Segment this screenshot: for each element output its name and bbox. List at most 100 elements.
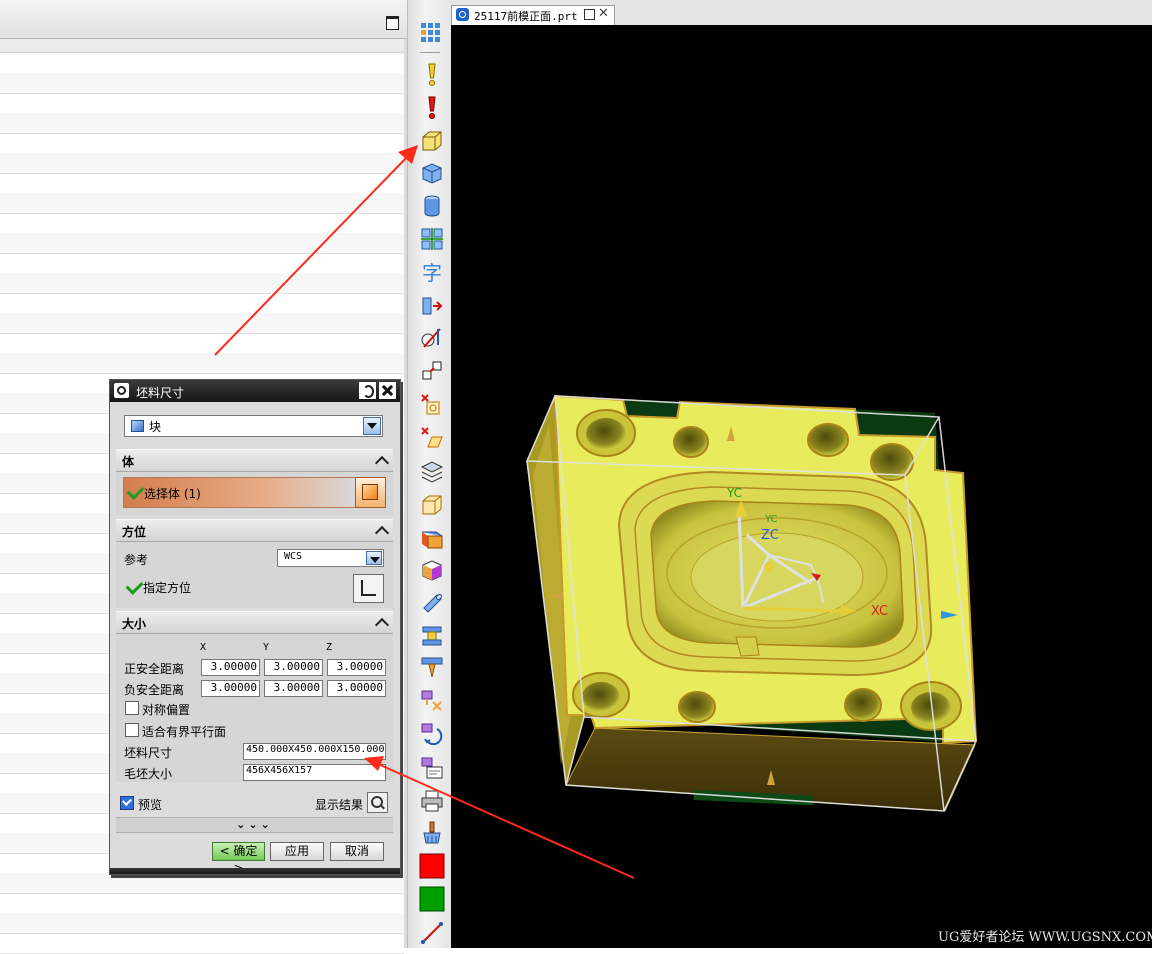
text-icon[interactable]: 字	[419, 259, 445, 285]
red-color-icon[interactable]	[419, 853, 445, 879]
navigator-row[interactable]	[0, 93, 404, 114]
grid-icon[interactable]	[419, 20, 445, 46]
cancel-button[interactable]: 取消	[330, 842, 384, 861]
size-section-header[interactable]: 大小	[116, 611, 393, 634]
cylinder-icon[interactable]	[419, 193, 445, 219]
navigator-row[interactable]	[0, 253, 404, 274]
select-body-row[interactable]: 选择体 (1)	[123, 477, 357, 508]
yc-axis-label: YC	[726, 486, 742, 500]
navigator-row[interactable]	[0, 873, 404, 894]
document-tab[interactable]: 25117前模正面.prt ✕	[451, 5, 615, 25]
dialog-bottom-bar	[110, 868, 400, 874]
symmetric-offset-label: 对称偏置	[142, 703, 191, 717]
mold-insert-icon[interactable]	[419, 623, 445, 649]
negative-clearance-y[interactable]: 3.00000	[264, 680, 323, 697]
reference-dropdown[interactable]: WCS	[277, 549, 384, 567]
navigator-row[interactable]	[0, 53, 404, 74]
navigator-row[interactable]	[0, 73, 404, 94]
symmetric-offset-checkbox[interactable]	[125, 701, 139, 715]
magnifier-icon[interactable]	[367, 792, 388, 813]
navigator-row[interactable]	[0, 293, 404, 314]
cube-color-icon[interactable]	[419, 557, 445, 583]
navigator-row[interactable]	[0, 913, 404, 934]
apply-button[interactable]: 应用	[270, 842, 324, 861]
dialog-title-bar[interactable]: 坯料尺寸	[110, 380, 400, 402]
navigator-row[interactable]	[0, 333, 404, 354]
size-section-title: 大小	[122, 617, 147, 631]
positive-clearance-z[interactable]: 3.00000	[327, 659, 386, 676]
printer-icon[interactable]	[419, 788, 445, 814]
more-options-toggle[interactable]: ⌄⌄⌄	[116, 817, 393, 833]
navigator-row[interactable]	[0, 933, 404, 954]
tube-icon[interactable]	[419, 590, 445, 616]
navigator-column-header[interactable]	[0, 39, 404, 53]
close-icon[interactable]	[379, 382, 396, 399]
yellow-exclamation-icon[interactable]	[419, 62, 445, 88]
rotate-tool-icon[interactable]	[419, 721, 445, 747]
navigator-row[interactable]	[0, 233, 404, 254]
brush-icon[interactable]	[419, 820, 445, 846]
orientation-section-title: 方位	[122, 525, 147, 539]
gear-icon[interactable]	[114, 383, 129, 398]
pin-icon[interactable]	[584, 9, 595, 20]
navigator-row[interactable]	[0, 273, 404, 294]
ejector-pin-icon[interactable]	[419, 655, 445, 681]
maximize-icon[interactable]	[386, 16, 399, 30]
split-plane-icon[interactable]	[419, 325, 445, 351]
csys-icon[interactable]	[353, 574, 384, 603]
blank-size-field[interactable]: 456X456X157	[243, 764, 386, 781]
wireframe-box-icon[interactable]	[419, 492, 445, 518]
select-body-button[interactable]	[355, 477, 386, 508]
split-body-icon[interactable]	[419, 226, 445, 252]
drawing-icon[interactable]	[419, 755, 445, 781]
graphics-viewport[interactable]: XC YC YC ZC	[451, 25, 1152, 948]
line-icon[interactable]	[419, 920, 445, 946]
transform-icon[interactable]	[419, 358, 445, 384]
delete-point-icon[interactable]	[419, 392, 445, 418]
navigator-row[interactable]	[0, 353, 404, 374]
navigator-row[interactable]	[0, 213, 404, 234]
green-color-icon[interactable]	[419, 886, 445, 912]
layer-stack-icon[interactable]	[419, 458, 445, 484]
chevron-down-icon[interactable]	[363, 417, 381, 435]
navigator-row[interactable]	[0, 113, 404, 134]
navigator-row[interactable]	[0, 893, 404, 914]
close-icon[interactable]: ✕	[598, 6, 609, 21]
type-dropdown-value: 块	[149, 420, 162, 434]
column-y-header: Y	[263, 642, 270, 653]
fit-parallel-faces-checkbox[interactable]	[125, 723, 139, 737]
electrode-icon[interactable]	[419, 688, 445, 714]
positive-clearance-x[interactable]: 3.00000	[201, 659, 260, 676]
navigator-row[interactable]	[0, 173, 404, 194]
reference-value: WCS	[284, 551, 303, 562]
positive-clearance-y[interactable]: 3.00000	[264, 659, 323, 676]
orientation-section-header[interactable]: 方位	[116, 519, 393, 542]
delete-face-icon[interactable]	[419, 425, 445, 451]
stock-size-field[interactable]: 450.000X450.000X150.000	[243, 743, 386, 760]
reset-icon[interactable]	[359, 382, 376, 399]
red-exclamation-icon[interactable]	[419, 95, 445, 121]
reference-label: 参考	[124, 553, 149, 567]
type-dropdown[interactable]: 块	[124, 415, 383, 437]
stock-size-label: 坯料尺寸	[124, 746, 173, 760]
fit-parallel-faces-label: 适合有界平行面	[142, 725, 227, 739]
navigator-row[interactable]	[0, 153, 404, 174]
block-icon[interactable]	[419, 160, 445, 186]
mold-part-model[interactable]: XC YC YC ZC	[451, 25, 1152, 948]
negative-clearance-z[interactable]: 3.00000	[327, 680, 386, 697]
bounding-box-icon[interactable]	[419, 128, 445, 154]
chevron-up-icon[interactable]	[376, 523, 389, 536]
chevron-up-icon[interactable]	[376, 615, 389, 628]
ok-button[interactable]: < 确定 >	[212, 842, 265, 875]
negative-clearance-x[interactable]: 3.00000	[201, 680, 260, 697]
dialog-title: 坯料尺寸	[136, 386, 185, 400]
offset-face-icon[interactable]	[419, 524, 445, 550]
extrude-arrow-icon[interactable]	[419, 292, 445, 318]
chevron-down-icon[interactable]	[366, 551, 382, 565]
chevron-up-icon[interactable]	[376, 453, 389, 466]
preview-checkbox[interactable]	[120, 796, 134, 810]
navigator-row[interactable]	[0, 193, 404, 214]
navigator-row[interactable]	[0, 133, 404, 154]
body-section-header[interactable]: 体	[116, 449, 393, 472]
navigator-row[interactable]	[0, 313, 404, 334]
